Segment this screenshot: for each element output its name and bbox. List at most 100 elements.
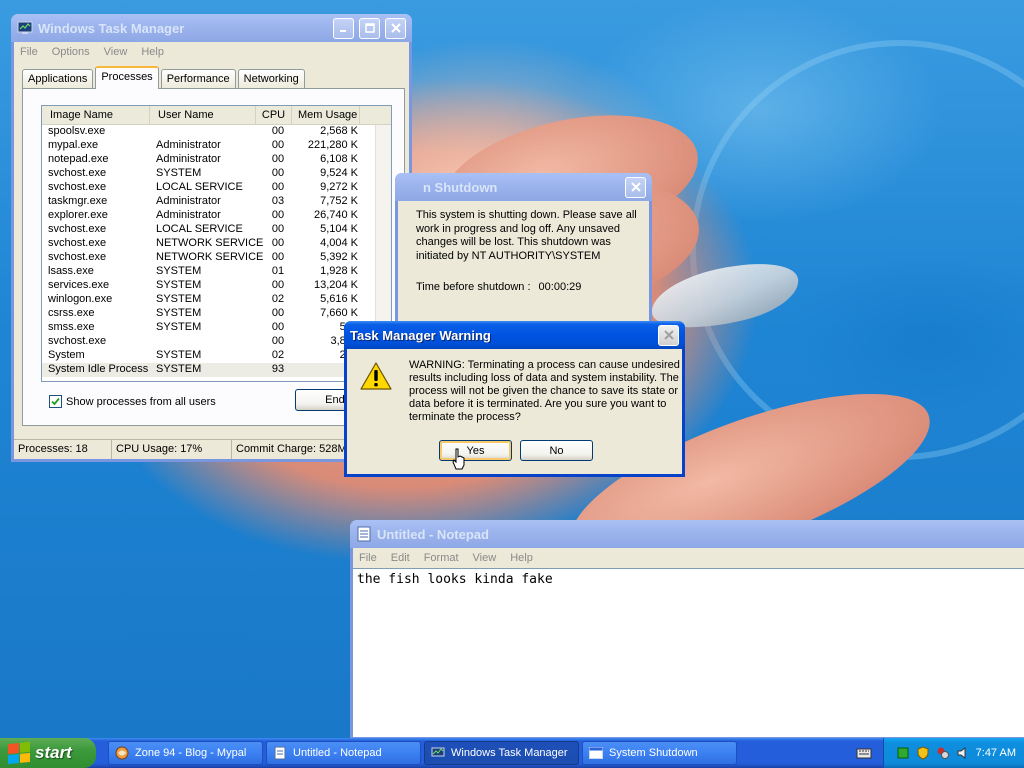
table-row[interactable]: System Idle ProcessSYSTEM9340 <box>42 363 391 377</box>
task-manager-title: Windows Task Manager <box>38 20 185 36</box>
process-mem-usage: 9,272 K <box>320 181 358 193</box>
table-row[interactable]: svchost.exe003,856 <box>42 335 391 349</box>
show-all-processes[interactable]: Show processes from all users <box>49 395 216 408</box>
maximize-button[interactable] <box>359 17 380 39</box>
tab-networking[interactable]: Networking <box>237 69 305 89</box>
process-cpu: 01 <box>271 265 285 277</box>
table-row[interactable]: winlogon.exe SYSTEM 02 5,616 K <box>42 293 391 307</box>
system-tray: 7:47 AM <box>882 738 1024 768</box>
menu-format[interactable]: Format <box>424 552 459 564</box>
close-icon <box>390 23 401 33</box>
taskmgr-icon <box>431 746 445 760</box>
taskbar-item-mypal[interactable]: Zone 94 - Blog - Mypal <box>108 741 263 765</box>
menu-file[interactable]: File <box>20 46 38 58</box>
shutdown-timer: Time before shutdown : 00:00:29 <box>416 281 646 295</box>
check-icon <box>51 397 60 406</box>
volume-icon[interactable] <box>956 746 970 760</box>
table-row[interactable]: svchost.exe NETWORK SERVICE 00 5,392 K <box>42 251 391 265</box>
notepad-text-area[interactable]: the fish looks kinda fake <box>353 568 1024 737</box>
warning-titlebar[interactable]: Task Manager Warning <box>344 321 685 349</box>
keyboard-icon[interactable] <box>853 742 875 764</box>
tab-processes[interactable]: Processes <box>95 66 159 89</box>
table-row[interactable]: svchost.exe LOCAL SERVICE 00 5,104 K <box>42 223 391 237</box>
close-icon <box>630 182 641 192</box>
task-manager-tabs: Applications Processes Performance Netwo… <box>22 66 307 89</box>
process-cpu: 00 <box>271 167 285 179</box>
shutdown-title: n Shutdown <box>423 179 498 195</box>
warning-close-button[interactable] <box>658 324 679 346</box>
column-cpu[interactable]: CPU <box>256 106 292 124</box>
system-shutdown-window[interactable]: n Shutdown This system is shutting down.… <box>395 173 652 333</box>
process-mem-usage: 221,280 K <box>307 139 358 151</box>
table-row[interactable]: SystemSYSTEM02236 <box>42 349 391 363</box>
notepad-titlebar[interactable]: Untitled - Notepad <box>350 520 1024 548</box>
table-row[interactable]: services.exe SYSTEM 00 13,204 K <box>42 279 391 293</box>
network-icon[interactable] <box>936 746 950 760</box>
notepad-window[interactable]: Untitled - Notepad File Edit Format View… <box>350 520 1024 740</box>
process-user-name: SYSTEM <box>156 293 202 305</box>
menu-view[interactable]: View <box>473 552 497 564</box>
column-mem-usage[interactable]: Mem Usage <box>292 106 360 124</box>
menu-help[interactable]: Help <box>141 46 164 58</box>
process-mem-usage: 7,752 K <box>320 195 358 207</box>
menu-edit[interactable]: Edit <box>391 552 410 564</box>
process-mem-usage: 13,204 K <box>313 279 358 291</box>
table-row[interactable]: svchost.exe NETWORK SERVICE 00 4,004 K <box>42 237 391 251</box>
status-cpu-usage: CPU Usage: 17% <box>112 440 232 459</box>
process-cpu: 00 <box>271 307 285 319</box>
process-cpu: 00 <box>271 321 285 333</box>
security-shield-icon[interactable] <box>916 746 930 760</box>
table-row[interactable]: lsass.exe SYSTEM 01 1,928 K <box>42 265 391 279</box>
table-row[interactable]: csrss.exe SYSTEM 00 7,660 K <box>42 307 391 321</box>
menu-file[interactable]: File <box>359 552 377 564</box>
windows-flag-icon <box>8 741 30 765</box>
close-button[interactable] <box>385 17 406 39</box>
process-rows: spoolsv.exe 00 2,568 K mypal.exe Administrat… <box>42 125 391 377</box>
table-row[interactable]: spoolsv.exe 00 2,568 K <box>42 125 391 139</box>
green-status-icon[interactable] <box>896 746 910 760</box>
process-user-name: LOCAL SERVICE <box>156 181 243 193</box>
process-list[interactable]: Image Name User Name CPU Mem Usage spool… <box>41 105 392 382</box>
table-row[interactable]: explorer.exe Administrator 00 26,740 K <box>42 209 391 223</box>
show-all-label: Show processes from all users <box>66 395 216 408</box>
table-row[interactable]: taskmgr.exe Administrator 03 7,752 K <box>42 195 391 209</box>
clock[interactable]: 7:47 AM <box>976 747 1016 759</box>
process-cpu: 93 <box>271 363 285 375</box>
tab-performance[interactable]: Performance <box>160 69 236 89</box>
task-manager-warning-dialog[interactable]: Task Manager Warning WARNING: Terminatin… <box>344 321 685 477</box>
process-cpu: 00 <box>271 251 285 263</box>
task-manager-titlebar[interactable]: Windows Task Manager <box>11 14 412 42</box>
taskbar-item-task-manager[interactable]: Windows Task Manager <box>424 741 579 765</box>
table-row[interactable]: svchost.exe SYSTEM 00 9,524 K <box>42 167 391 181</box>
process-user-name: Administrator <box>156 153 221 165</box>
column-image-name[interactable]: Image Name <box>42 106 150 124</box>
taskbar-item-system-shutdown[interactable]: System Shutdown <box>582 741 737 765</box>
taskbar-item-notepad[interactable]: Untitled - Notepad <box>266 741 421 765</box>
menu-help[interactable]: Help <box>510 552 533 564</box>
table-row[interactable]: smss.exeSYSTEM00512 <box>42 321 391 335</box>
process-mem-usage: 5,104 K <box>320 223 358 235</box>
start-button[interactable]: start <box>0 738 96 768</box>
maximize-icon <box>364 23 375 33</box>
no-button[interactable]: No <box>520 440 593 461</box>
yes-button[interactable]: Yes <box>439 440 512 461</box>
menu-options[interactable]: Options <box>52 46 90 58</box>
process-image-name: svchost.exe <box>48 335 107 347</box>
menu-view[interactable]: View <box>104 46 128 58</box>
table-row[interactable]: notepad.exe Administrator 00 6,108 K <box>42 153 391 167</box>
process-cpu: 00 <box>271 153 285 165</box>
process-cpu: 03 <box>271 195 285 207</box>
column-user-name[interactable]: User Name <box>150 106 256 124</box>
minimize-button[interactable] <box>333 17 354 39</box>
process-user-name: LOCAL SERVICE <box>156 223 243 235</box>
table-row[interactable]: svchost.exe LOCAL SERVICE 00 9,272 K <box>42 181 391 195</box>
shutdown-titlebar[interactable]: n Shutdown <box>395 173 652 201</box>
process-user-name: SYSTEM <box>156 321 202 333</box>
shutdown-close-button[interactable] <box>625 176 646 198</box>
process-user-name: SYSTEM <box>156 265 202 277</box>
notepad-title: Untitled - Notepad <box>377 526 489 542</box>
taskmgr-icon <box>17 20 33 36</box>
table-row[interactable]: mypal.exe Administrator 00 221,280 K <box>42 139 391 153</box>
show-all-checkbox[interactable] <box>49 395 62 408</box>
tab-applications[interactable]: Applications <box>22 69 94 89</box>
